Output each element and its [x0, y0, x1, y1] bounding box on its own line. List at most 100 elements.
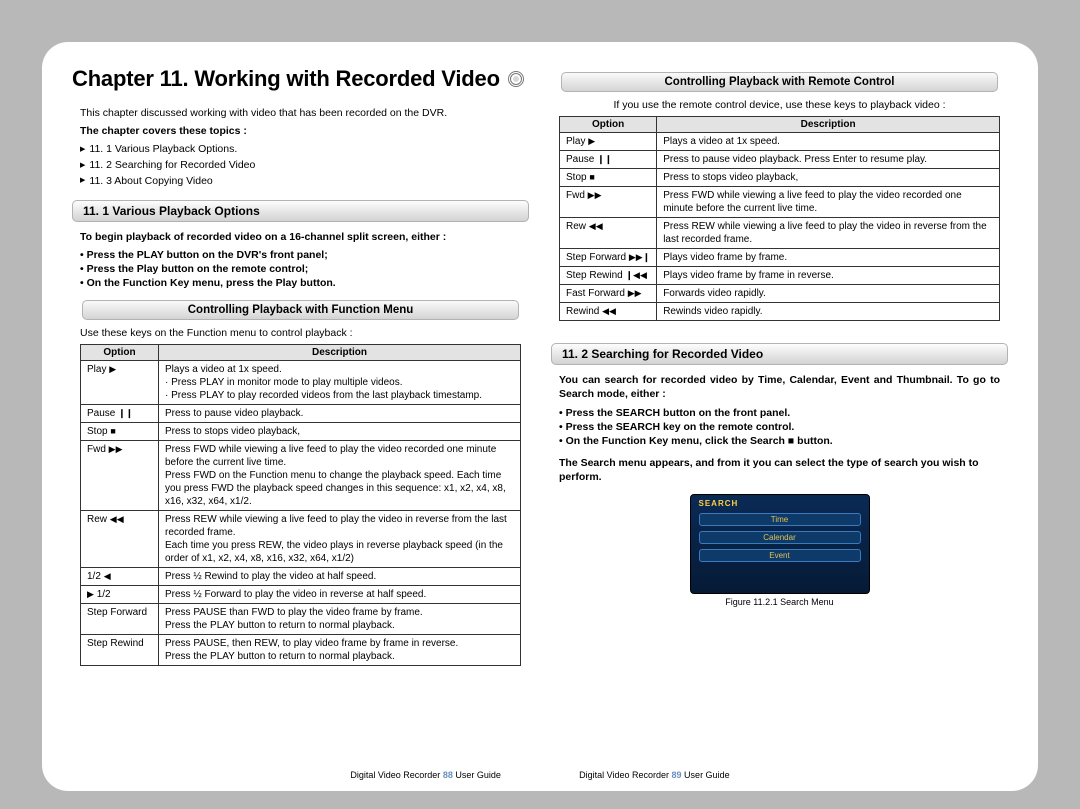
list-item: On the Function Key menu, press the Play… — [80, 276, 521, 290]
chapter-ornament-icon — [508, 71, 524, 87]
search-figure-item: Event — [699, 549, 861, 562]
description-cell: Press to stops video playback, — [657, 169, 1000, 187]
table-row: Step RewindPress PAUSE, then REW, to pla… — [81, 635, 521, 666]
list-item: Press the SEARCH button on the front pan… — [559, 406, 1000, 420]
search-menu-figure: SEARCH Time Calendar Event — [690, 494, 870, 594]
option-cell: Fwd ▶▶ — [560, 187, 657, 218]
search-figure-item: Calendar — [699, 531, 861, 544]
right-page: Controlling Playback with Remote Control… — [551, 72, 1008, 769]
remote-control-lead: If you use the remote control device, us… — [559, 98, 1000, 112]
col-option: Option — [81, 345, 159, 361]
table-row: Step ForwardPress PAUSE than FWD to play… — [81, 604, 521, 635]
description-cell: Press PAUSE, then REW, to play video fra… — [159, 635, 521, 666]
description-cell: Press to pause video playback. — [159, 405, 521, 423]
description-cell: Press FWD while viewing a live feed to p… — [657, 187, 1000, 218]
table-row: 1/2 ◀Press ½ Rewind to play the video at… — [81, 568, 521, 586]
toc-item: ▶11. 1 Various Playback Options. — [80, 142, 521, 158]
page-spread: Chapter 11. Working with Recorded Video … — [42, 42, 1038, 791]
table-row: Fast Forward ▶▶Forwards video rapidly. — [560, 285, 1000, 303]
description-cell: Press REW while viewing a live feed to p… — [159, 511, 521, 568]
description-cell: Press ½ Rewind to play the video at half… — [159, 568, 521, 586]
section-11-1-header: 11. 1 Various Playback Options — [72, 200, 529, 222]
option-cell: Stop ■ — [560, 169, 657, 187]
search-begin-list: Press the SEARCH button on the front pan… — [559, 406, 1000, 449]
figure-caption: Figure 11.2.1 Search Menu — [551, 596, 1008, 608]
table-row: Fwd ▶▶Press FWD while viewing a live fee… — [560, 187, 1000, 218]
table-row: Rew ◀◀Press REW while viewing a live fee… — [81, 511, 521, 568]
chapter-title-text: Chapter 11. Working with Recorded Video — [72, 66, 500, 92]
description-cell: Press to stops video playback, — [159, 423, 521, 441]
option-cell: Play ▶ — [81, 361, 159, 405]
description-cell: Plays video frame by frame. — [657, 249, 1000, 267]
list-item: Press the Play button on the remote cont… — [80, 262, 521, 276]
toc-item: ▶11. 3 About Copying Video — [80, 174, 521, 190]
section-11-2-lead: You can search for recorded video by Tim… — [559, 373, 1000, 401]
description-cell: Rewinds video rapidly. — [657, 303, 1000, 321]
option-cell: 1/2 ◀ — [81, 568, 159, 586]
description-cell: Press FWD while viewing a live feed to p… — [159, 441, 521, 511]
option-cell: Play ▶ — [560, 133, 657, 151]
table-row: Stop ■Press to stops video playback, — [560, 169, 1000, 187]
left-page: Chapter 11. Working with Recorded Video … — [72, 72, 529, 769]
table-row: Step Rewind ❙◀◀Plays video frame by fram… — [560, 267, 1000, 285]
table-row: Pause ❙❙Press to pause video playback. P… — [560, 151, 1000, 169]
remote-control-table: Option Description Play ▶Plays a video a… — [559, 116, 1000, 321]
toc-item: ▶11. 2 Searching for Recorded Video — [80, 158, 521, 174]
table-row: Pause ❙❙Press to pause video playback. — [81, 405, 521, 423]
col-description: Description — [657, 117, 1000, 133]
col-description: Description — [159, 345, 521, 361]
table-row: Play ▶Plays a video at 1x speed. — [560, 133, 1000, 151]
right-page-footer: Digital Video Recorder 89 User Guide — [579, 769, 729, 781]
chapter-intro: This chapter discussed working with vide… — [80, 106, 521, 120]
option-cell: Step Rewind — [81, 635, 159, 666]
chapter-title: Chapter 11. Working with Recorded Video — [72, 66, 529, 92]
list-item: Press the SEARCH key on the remote contr… — [559, 420, 1000, 434]
chapter-covers-label: The chapter covers these topics : — [80, 124, 521, 138]
description-cell: Press ½ Forward to play the video in rev… — [159, 586, 521, 604]
list-item: Press the PLAY button on the DVR's front… — [80, 248, 521, 262]
triangle-icon: ▶ — [80, 176, 85, 187]
col-option: Option — [560, 117, 657, 133]
description-cell: Press REW while viewing a live feed to p… — [657, 218, 1000, 249]
function-menu-subheader: Controlling Playback with Function Menu — [82, 300, 519, 320]
list-item: On the Function Key menu, click the Sear… — [559, 434, 1000, 448]
function-menu-table: Option Description Play ▶Plays a video a… — [80, 344, 521, 666]
playback-begin-list: Press the PLAY button on the DVR's front… — [80, 248, 521, 291]
description-cell: Plays video frame by frame in reverse. — [657, 267, 1000, 285]
page-number: 89 — [672, 770, 682, 780]
left-page-footer: Digital Video Recorder 88 User Guide — [350, 769, 500, 781]
section-11-2-header: 11. 2 Searching for Recorded Video — [551, 343, 1008, 365]
option-cell: Stop ■ — [81, 423, 159, 441]
option-cell: Rew ◀◀ — [81, 511, 159, 568]
description-cell: Plays a video at 1x speed. — [657, 133, 1000, 151]
section-11-1-lead: To begin playback of recorded video on a… — [80, 230, 521, 244]
option-cell: Pause ❙❙ — [81, 405, 159, 423]
triangle-icon: ▶ — [80, 145, 85, 156]
description-cell: Press PAUSE than FWD to play the video f… — [159, 604, 521, 635]
search-figure-item: Time — [699, 513, 861, 526]
option-cell: Pause ❙❙ — [560, 151, 657, 169]
description-cell: Press to pause video playback. Press Ent… — [657, 151, 1000, 169]
table-row: Step Forward ▶▶❙Plays video frame by fra… — [560, 249, 1000, 267]
table-row: Rew ◀◀Press REW while viewing a live fee… — [560, 218, 1000, 249]
remote-control-subheader: Controlling Playback with Remote Control — [561, 72, 998, 92]
option-cell: Rew ◀◀ — [560, 218, 657, 249]
table-row: Stop ■Press to stops video playback, — [81, 423, 521, 441]
option-cell: Rewind ◀◀ — [560, 303, 657, 321]
chapter-toc: ▶11. 1 Various Playback Options. ▶11. 2 … — [80, 142, 521, 189]
table-row: Play ▶Plays a video at 1x speed.· Press … — [81, 361, 521, 405]
search-figure-title: SEARCH — [699, 499, 861, 508]
description-cell: Forwards video rapidly. — [657, 285, 1000, 303]
function-menu-lead: Use these keys on the Function menu to c… — [80, 326, 521, 340]
option-cell: Step Forward — [81, 604, 159, 635]
section-11-2-after: The Search menu appears, and from it you… — [559, 456, 1000, 484]
triangle-icon: ▶ — [80, 161, 85, 172]
option-cell: Step Rewind ❙◀◀ — [560, 267, 657, 285]
option-cell: Step Forward ▶▶❙ — [560, 249, 657, 267]
table-row: ▶ 1/2Press ½ Forward to play the video i… — [81, 586, 521, 604]
option-cell: Fast Forward ▶▶ — [560, 285, 657, 303]
option-cell: Fwd ▶▶ — [81, 441, 159, 511]
description-cell: Plays a video at 1x speed.· Press PLAY i… — [159, 361, 521, 405]
table-row: Rewind ◀◀Rewinds video rapidly. — [560, 303, 1000, 321]
table-row: Fwd ▶▶Press FWD while viewing a live fee… — [81, 441, 521, 511]
